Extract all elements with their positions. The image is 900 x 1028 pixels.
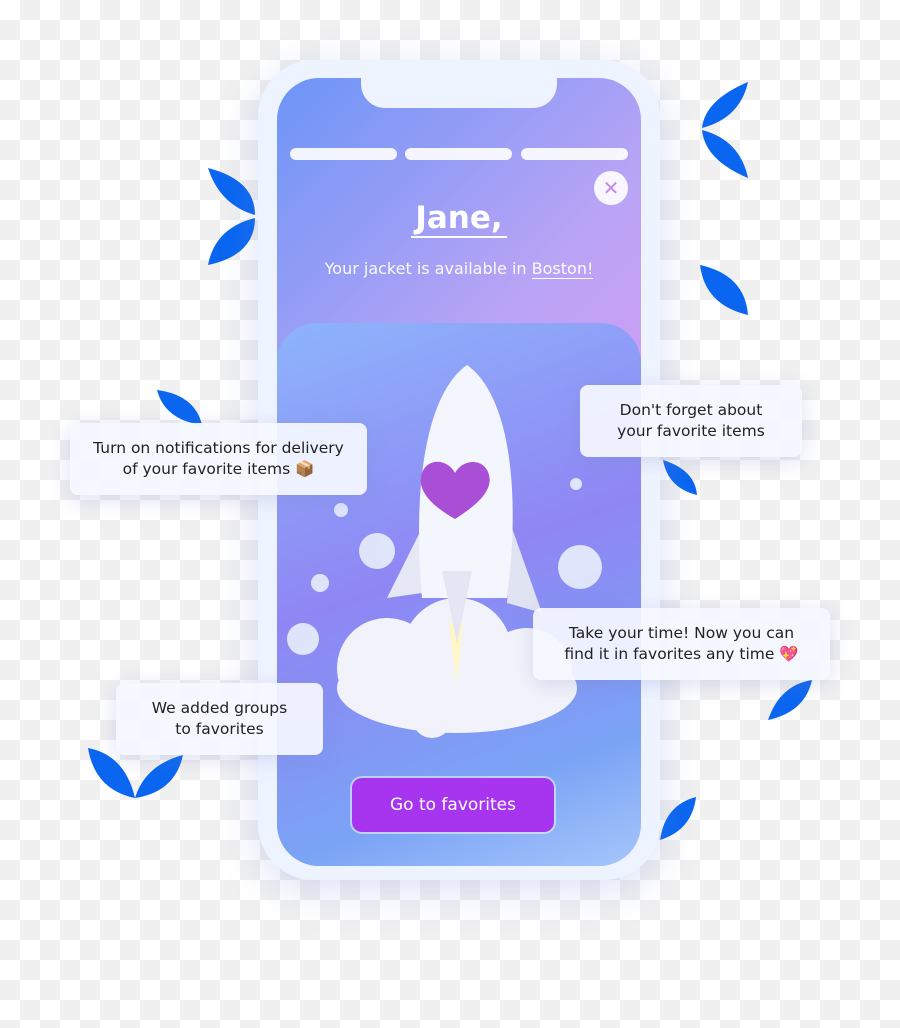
leaf-icon	[157, 390, 202, 425]
bubble-line: Turn on notifications for delivery	[93, 439, 344, 457]
close-icon: ✕	[602, 176, 620, 200]
rocket-fin-left	[387, 528, 422, 598]
leaf-icon	[700, 265, 748, 315]
leaf-icon	[663, 460, 697, 495]
progress-segment	[290, 148, 397, 160]
go-to-favorites-button[interactable]: Go to favorites	[352, 778, 554, 832]
rocket-fin-right	[507, 528, 542, 613]
leaf-icon	[88, 748, 135, 798]
progress-segment	[405, 148, 512, 160]
notification-bubble: Don't forget about your favorite items	[580, 385, 802, 457]
leaf-icon	[702, 130, 748, 178]
leaf-icon	[135, 755, 183, 798]
notification-bubble: Take your time! Now you can find it in fa…	[533, 608, 830, 680]
leaf-icon	[208, 218, 255, 265]
notification-bubble: Turn on notifications for delivery of you…	[70, 423, 367, 495]
phone-notch	[361, 78, 557, 108]
leaf-icon	[660, 797, 696, 840]
notification-bubble: We added groups to favorites	[116, 683, 323, 755]
leaf-icon	[208, 168, 255, 215]
bubble-line: We added groups	[151, 699, 288, 717]
subtitle: Your jacket is available in Boston!	[277, 259, 641, 279]
bubble-line: of your favorite items 📦	[122, 460, 315, 478]
greeting-title: Jane,	[277, 200, 641, 238]
subtitle-text: Your jacket is available in	[324, 259, 532, 278]
leaf-icon	[768, 680, 812, 720]
city-link[interactable]: Boston!	[531, 259, 594, 279]
bubble-line: your favorite items	[617, 422, 765, 440]
bubble-line: find it in favorites any time 💖	[564, 645, 799, 663]
greeting-text: Jane,	[411, 200, 507, 238]
progress-segment	[521, 148, 628, 160]
bubble-line: to favorites	[175, 720, 264, 738]
bubble-line: Don't forget about	[619, 401, 763, 419]
leaf-icon	[702, 82, 748, 128]
bubble-line: Take your time! Now you can	[568, 624, 795, 642]
